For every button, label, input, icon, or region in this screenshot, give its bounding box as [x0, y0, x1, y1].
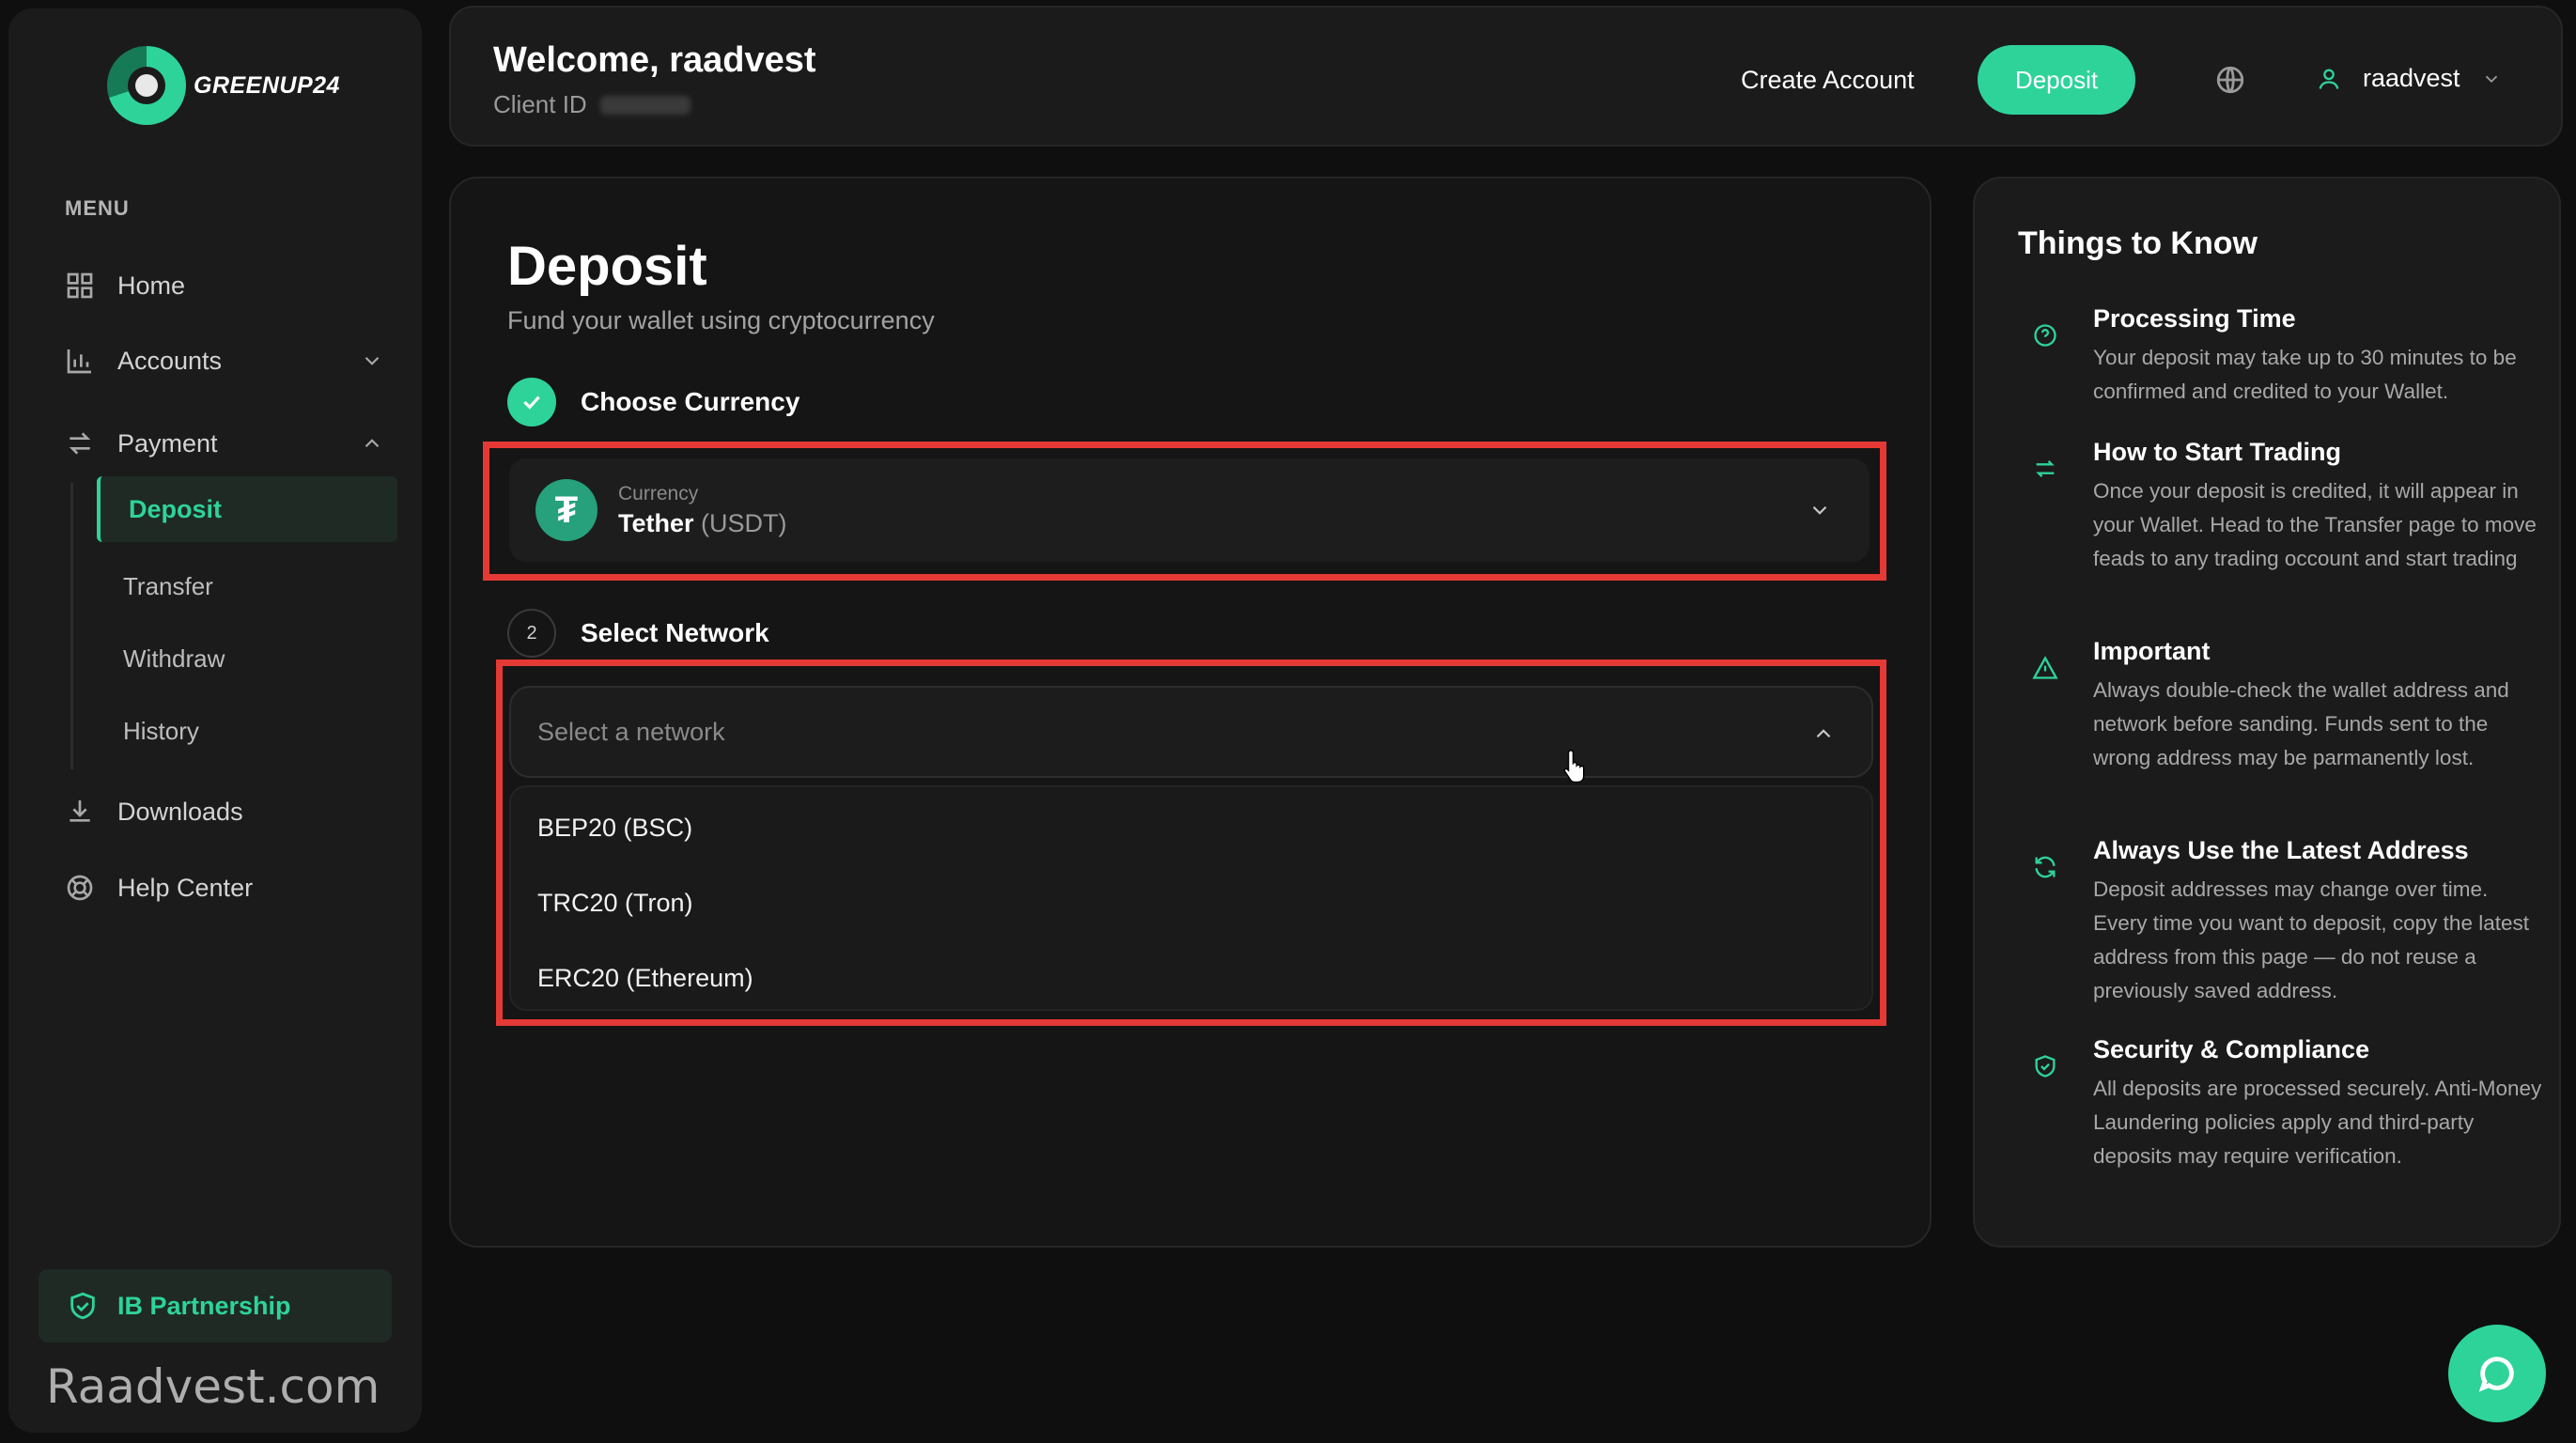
- ib-partnership-label: IB Partnership: [117, 1291, 291, 1320]
- chat-button[interactable]: [2448, 1325, 2546, 1422]
- tether-icon: ₮: [535, 479, 597, 541]
- handshake-shield-icon: [70, 1292, 95, 1320]
- step-choose-currency: Choose Currency: [507, 378, 799, 427]
- create-account-link[interactable]: Create Account: [1741, 66, 1915, 95]
- tip-latest-address: Always Use the Latest Address Deposit ad…: [2018, 836, 2544, 1008]
- swap-icon: [2018, 442, 2072, 496]
- tip-heading: Processing Time: [2093, 304, 2296, 333]
- tip-heading: Always Use the Latest Address: [2093, 836, 2469, 864]
- currency-select[interactable]: ₮ Currency Tether (USDT): [509, 458, 1870, 562]
- ib-partnership-button[interactable]: IB Partnership: [39, 1269, 392, 1342]
- sidebar-item-payment[interactable]: Payment: [65, 420, 384, 467]
- username: raadvest: [2363, 64, 2460, 92]
- question-circle-icon: [2018, 308, 2072, 363]
- tip-processing-time: Processing Time Your deposit may take up…: [2018, 304, 2544, 409]
- step-label: Choose Currency: [581, 387, 800, 416]
- currency-name: Tether: [618, 508, 694, 537]
- sidebar-item-downloads[interactable]: Downloads: [65, 788, 384, 835]
- user-icon: [2319, 69, 2339, 89]
- logo-icon: [107, 46, 186, 125]
- tip-how-to-start-trading: How to Start Trading Once your deposit i…: [2018, 438, 2544, 576]
- submenu-rail: [70, 483, 73, 769]
- brand-name: GREENUP24: [194, 71, 340, 99]
- tip-security-compliance: Security & Compliance All deposits are p…: [2018, 1035, 2544, 1173]
- tip-body: Always double-check the wallet address a…: [2093, 678, 2509, 769]
- network-option-bep20[interactable]: BEP20 (BSC): [537, 814, 692, 843]
- tip-body: Deposit addresses may change over time. …: [2093, 877, 2529, 1002]
- transfer-arrows-icon: [69, 432, 91, 455]
- hand-cursor-icon: [1563, 749, 1585, 784]
- currency-field-label: Currency: [618, 482, 699, 504]
- deposit-button[interactable]: Deposit: [1978, 45, 2135, 115]
- network-placeholder: Select a network: [537, 717, 725, 746]
- currency-code: (USDT): [701, 508, 787, 537]
- menu-label: MENU: [65, 196, 130, 220]
- network-option-trc20[interactable]: TRC20 (Tron): [537, 889, 693, 918]
- sidebar-subitem-transfer[interactable]: Transfer: [123, 572, 213, 601]
- refresh-icon: [2018, 840, 2072, 894]
- info-title: Things to Know: [2018, 225, 2258, 261]
- globe-icon: [2216, 66, 2244, 94]
- client-id-redacted: [599, 95, 691, 115]
- things-to-know-panel: Things to Know Processing Time Your depo…: [1973, 177, 2561, 1248]
- sidebar-item-help-center[interactable]: Help Center: [65, 864, 384, 911]
- client-id-label: Client ID: [493, 90, 587, 118]
- tip-body: Once your deposit is credited, it will a…: [2093, 479, 2537, 570]
- tip-heading: Security & Compliance: [2093, 1035, 2370, 1063]
- welcome-title: Welcome, raadvest: [493, 40, 816, 80]
- chevron-up-icon: [1816, 729, 1831, 738]
- user-menu[interactable]: raadvest: [2316, 64, 2502, 93]
- sidebar-item-label: Home: [117, 271, 186, 300]
- watermark: Raadvest.com: [46, 1359, 380, 1414]
- top-header: Welcome, raadvest Client ID Create Accou…: [449, 6, 2563, 147]
- sidebar: GREENUP24 MENU Home Accounts Payment Dep…: [8, 8, 422, 1433]
- sidebar-subitem-deposit[interactable]: Deposit: [97, 476, 397, 542]
- tip-heading: How to Start Trading: [2093, 438, 2342, 466]
- sidebar-item-accounts[interactable]: Accounts: [65, 337, 384, 384]
- brand-logo[interactable]: GREENUP24: [107, 46, 340, 125]
- check-circle-icon: [507, 378, 556, 427]
- chat-bubble-icon: [2478, 1357, 2514, 1392]
- sidebar-subitem-withdraw[interactable]: Withdraw: [123, 644, 225, 674]
- grid-icon: [67, 272, 93, 299]
- sidebar-item-home[interactable]: Home: [65, 262, 384, 309]
- step-select-network: 2 Select Network: [507, 609, 769, 658]
- step-label: Select Network: [581, 618, 769, 647]
- deposit-panel: Deposit Fund your wallet using cryptocur…: [449, 177, 1932, 1248]
- network-option-erc20[interactable]: ERC20 (Ethereum): [537, 964, 753, 993]
- chevron-down-icon: [1812, 505, 1827, 515]
- bar-chart-icon: [67, 349, 91, 374]
- warning-triangle-icon: [2018, 641, 2072, 695]
- page-title: Deposit: [507, 236, 707, 297]
- sidebar-item-label: Help Center: [117, 873, 254, 902]
- sidebar-item-label: Downloads: [117, 797, 243, 826]
- tip-heading: Important: [2093, 637, 2211, 665]
- tip-body: All deposits are processed securely. Ant…: [2093, 1077, 2542, 1168]
- client-id: Client ID: [493, 90, 691, 119]
- chevron-up-icon: [365, 439, 380, 448]
- sidebar-subitem-history[interactable]: History: [123, 717, 199, 746]
- tip-important: Important Always double-check the wallet…: [2018, 637, 2544, 775]
- sidebar-item-label: Payment: [117, 428, 218, 458]
- language-button[interactable]: [2214, 64, 2246, 96]
- lifebuoy-icon: [67, 875, 93, 901]
- network-select[interactable]: Select a network: [509, 686, 1873, 778]
- chevron-down-icon: [2485, 75, 2497, 83]
- sidebar-item-label: Accounts: [117, 346, 223, 375]
- download-icon: [70, 800, 90, 822]
- network-dropdown: BEP20 (BSC) TRC20 (Tron) ERC20 (Ethereum…: [509, 785, 1873, 1011]
- chevron-down-icon: [365, 356, 380, 365]
- currency-value: Tether (USDT): [618, 509, 787, 538]
- shield-check-icon: [2018, 1039, 2072, 1094]
- page-subtitle: Fund your wallet using cryptocurrency: [507, 306, 935, 334]
- tip-body: Your deposit may take up to 30 minutes t…: [2093, 346, 2517, 403]
- step-number: 2: [507, 609, 556, 658]
